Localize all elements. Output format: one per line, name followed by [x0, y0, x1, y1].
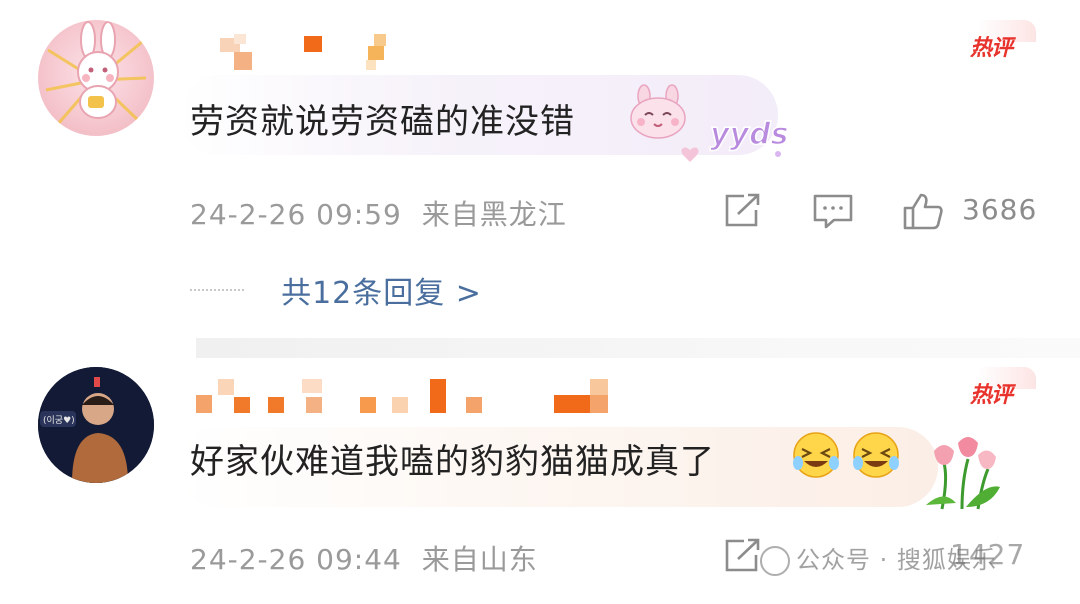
hot-comment-badge: 热评: [966, 367, 1036, 413]
tulip-sticker-icon: [926, 437, 1000, 510]
replies-count-label[interactable]: 共12条回复 >: [281, 276, 482, 311]
blurred-username[interactable]: [190, 30, 620, 80]
comment-text: 好家伙难道我嗑的豹豹猫猫成真了: [190, 442, 715, 482]
view-replies-link[interactable]: 共12条回复 >: [190, 268, 482, 311]
comment-text: 劳资就说劳资磕的准没错: [190, 102, 575, 142]
share-icon[interactable]: [722, 192, 764, 230]
like-icon[interactable]: [902, 192, 944, 230]
bunny-sticker-icon: yyds: [630, 84, 788, 162]
avatar-caption: (이궁♥): [43, 415, 75, 426]
comment-meta: 24-2-26 09:44 来自山东: [190, 538, 538, 578]
bunny-avatar-icon: [45, 21, 147, 125]
watermark-text: 公众号 · 搜狐娱乐: [796, 546, 997, 574]
comment-location: 来自黑龙江: [421, 198, 567, 231]
laughing-emoji-icon: [793, 432, 899, 478]
yyds-sticker-text: yyds: [710, 117, 788, 152]
like-count: 3686: [962, 193, 1038, 226]
avatar[interactable]: [38, 20, 154, 136]
comment-time: 24-2-26 09:44: [190, 543, 402, 576]
comment-icon[interactable]: [812, 192, 854, 230]
comment-location: 来自山东: [421, 543, 538, 576]
watermark: 公众号 · 搜狐娱乐: [760, 540, 997, 576]
comment-meta: 24-2-26 09:59 来自黑龙江: [190, 193, 567, 233]
avatar[interactable]: (이궁♥): [38, 367, 154, 483]
wechat-icon: [760, 546, 790, 576]
hot-comment-badge: 热评: [966, 20, 1036, 66]
comment-item: 热评 劳资就说劳资磕的准没错 yyds 24-2-26 09:59 来自黑龙江 …: [0, 0, 1080, 335]
comment-time: 24-2-26 09:59: [190, 198, 402, 231]
reply-dots: [190, 289, 244, 291]
share-icon[interactable]: [722, 537, 764, 575]
person-avatar-icon: (이궁♥): [38, 367, 154, 483]
blurred-username[interactable]: [190, 375, 620, 425]
